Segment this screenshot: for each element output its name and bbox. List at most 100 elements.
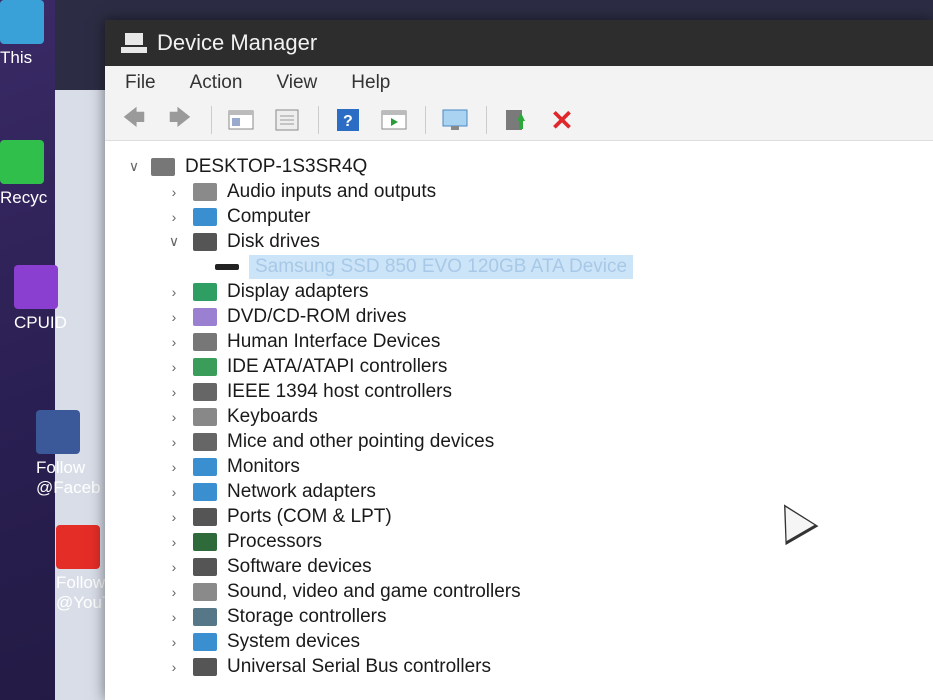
- processor-icon: [193, 532, 217, 551]
- chevron-right-icon[interactable]: ›: [165, 284, 183, 300]
- svg-text:?: ?: [343, 113, 353, 130]
- tree-category-label: Sound, video and game controllers: [227, 580, 521, 602]
- tree-category[interactable]: › Computer: [125, 204, 925, 229]
- chevron-right-icon[interactable]: ›: [165, 484, 183, 500]
- software-icon: [193, 557, 217, 576]
- chevron-right-icon[interactable]: ›: [165, 359, 183, 375]
- mouse-icon: [193, 432, 217, 451]
- speaker-icon: [193, 182, 217, 201]
- desktop-icon[interactable]: CPUID: [14, 265, 94, 333]
- tree-category[interactable]: ∨ Disk drives: [125, 229, 925, 254]
- storage-icon: [193, 607, 217, 626]
- help-icon[interactable]: ?: [333, 106, 363, 134]
- tree-category-label: Disk drives: [227, 230, 320, 252]
- tree-category-label: IEEE 1394 host controllers: [227, 380, 452, 402]
- tree-category[interactable]: › Keyboards: [125, 404, 925, 429]
- tree-category-label: IDE ATA/ATAPI controllers: [227, 355, 448, 377]
- menubar: File Action View Help: [105, 66, 933, 100]
- tree-category[interactable]: › Software devices: [125, 554, 925, 579]
- tree-category-label: Monitors: [227, 455, 300, 477]
- menu-help[interactable]: Help: [351, 72, 390, 94]
- tree-category[interactable]: › Storage controllers: [125, 604, 925, 629]
- computer-network-icon: [151, 157, 175, 176]
- port-icon: [193, 507, 217, 526]
- desktop-icon-image: [36, 410, 80, 454]
- chevron-right-icon[interactable]: ›: [165, 409, 183, 425]
- tree-category[interactable]: › DVD/CD-ROM drives: [125, 304, 925, 329]
- desktop-icon-image: [14, 265, 58, 309]
- tree-category[interactable]: › Monitors: [125, 454, 925, 479]
- desktop-icon[interactable]: Recyc: [0, 140, 80, 208]
- desktop-icon-image: [56, 525, 100, 569]
- desktop-icon-label: This: [0, 48, 33, 67]
- chevron-right-icon[interactable]: ›: [165, 459, 183, 475]
- monitor-icon: [193, 207, 217, 226]
- tree-category[interactable]: › Display adapters: [125, 279, 925, 304]
- menu-action[interactable]: Action: [190, 72, 243, 94]
- run-icon[interactable]: [379, 106, 409, 134]
- tree-category-label: Universal Serial Bus controllers: [227, 655, 491, 677]
- network-icon: [193, 482, 217, 501]
- tree-category[interactable]: › Sound, video and game controllers: [125, 579, 925, 604]
- show-hide-tree-icon[interactable]: [226, 106, 256, 134]
- chevron-right-icon[interactable]: ›: [165, 584, 183, 600]
- tree-category[interactable]: › Audio inputs and outputs: [125, 179, 925, 204]
- device-manager-icon: [121, 31, 147, 55]
- disk-icon: [215, 263, 239, 270]
- menu-view[interactable]: View: [276, 72, 317, 94]
- tree-category[interactable]: › Human Interface Devices: [125, 329, 925, 354]
- usb-icon: [193, 657, 217, 676]
- chevron-right-icon[interactable]: ›: [165, 659, 183, 675]
- desktop-icon-image: [0, 0, 44, 44]
- update-driver-icon[interactable]: [501, 106, 531, 134]
- tree-category-label: Ports (COM & LPT): [227, 505, 392, 527]
- chevron-down-icon[interactable]: ∨: [165, 233, 183, 250]
- chevron-right-icon[interactable]: ›: [165, 534, 183, 550]
- chevron-right-icon[interactable]: ›: [165, 559, 183, 575]
- tree-category-label: Human Interface Devices: [227, 330, 441, 352]
- desktop-icon[interactable]: This: [0, 0, 80, 68]
- chevron-down-icon[interactable]: ∨: [125, 158, 143, 175]
- desktop-icon-label: Recyc: [0, 188, 48, 207]
- ieee-icon: [193, 382, 217, 401]
- chevron-right-icon[interactable]: ›: [165, 334, 183, 350]
- device-manager-window: Device Manager File Action View Help 🡄 🡆…: [105, 20, 933, 700]
- tree-category[interactable]: › Universal Serial Bus controllers: [125, 654, 925, 679]
- tree-category[interactable]: › Mice and other pointing devices: [125, 429, 925, 454]
- menu-file[interactable]: File: [125, 72, 156, 94]
- hid-icon: [193, 332, 217, 351]
- desktop-icon[interactable]: Follow @Faceb: [36, 410, 116, 498]
- tree-category-label: System devices: [227, 630, 361, 652]
- chevron-right-icon[interactable]: ›: [165, 209, 183, 225]
- tree-category-label: Processors: [227, 530, 323, 552]
- root-label: DESKTOP-1S3SR4Q: [185, 155, 368, 177]
- chevron-right-icon[interactable]: ›: [165, 309, 183, 325]
- tree-category-label: Mice and other pointing devices: [227, 430, 495, 452]
- display-adapter-icon: [193, 282, 217, 301]
- chevron-right-icon[interactable]: ›: [165, 634, 183, 650]
- window-title: Device Manager: [157, 30, 318, 55]
- tree-root[interactable]: ∨ DESKTOP-1S3SR4Q: [125, 154, 925, 179]
- chevron-right-icon[interactable]: ›: [165, 609, 183, 625]
- tree-category-label: Software devices: [227, 555, 372, 577]
- keyboard-icon: [193, 407, 217, 426]
- uninstall-icon[interactable]: ✕: [547, 105, 577, 136]
- chevron-right-icon[interactable]: ›: [165, 434, 183, 450]
- disk-device-label: Samsung SSD 850 EVO 120GB ATA Device: [249, 254, 634, 279]
- chevron-right-icon[interactable]: ›: [165, 384, 183, 400]
- desktop-icon-label: Follow @Faceb: [36, 458, 101, 497]
- tree-category[interactable]: › IEEE 1394 host controllers: [125, 379, 925, 404]
- device-tree: ∨ DESKTOP-1S3SR4Q › Audio inputs and outp…: [125, 154, 925, 679]
- scan-hardware-icon[interactable]: [440, 106, 470, 134]
- chevron-right-icon[interactable]: ›: [165, 184, 183, 200]
- forward-icon[interactable]: 🡆: [165, 105, 195, 134]
- tree-category-label: DVD/CD-ROM drives: [227, 305, 407, 327]
- properties-icon[interactable]: [272, 106, 302, 134]
- tree-device-item[interactable]: Samsung SSD 850 EVO 120GB ATA Device: [125, 254, 925, 279]
- chevron-right-icon[interactable]: ›: [165, 509, 183, 525]
- back-icon[interactable]: 🡄: [119, 105, 149, 134]
- tree-category[interactable]: › Network adapters: [125, 479, 925, 504]
- tree-category[interactable]: › System devices: [125, 629, 925, 654]
- titlebar[interactable]: Device Manager: [105, 20, 933, 66]
- tree-category[interactable]: › IDE ATA/ATAPI controllers: [125, 354, 925, 379]
